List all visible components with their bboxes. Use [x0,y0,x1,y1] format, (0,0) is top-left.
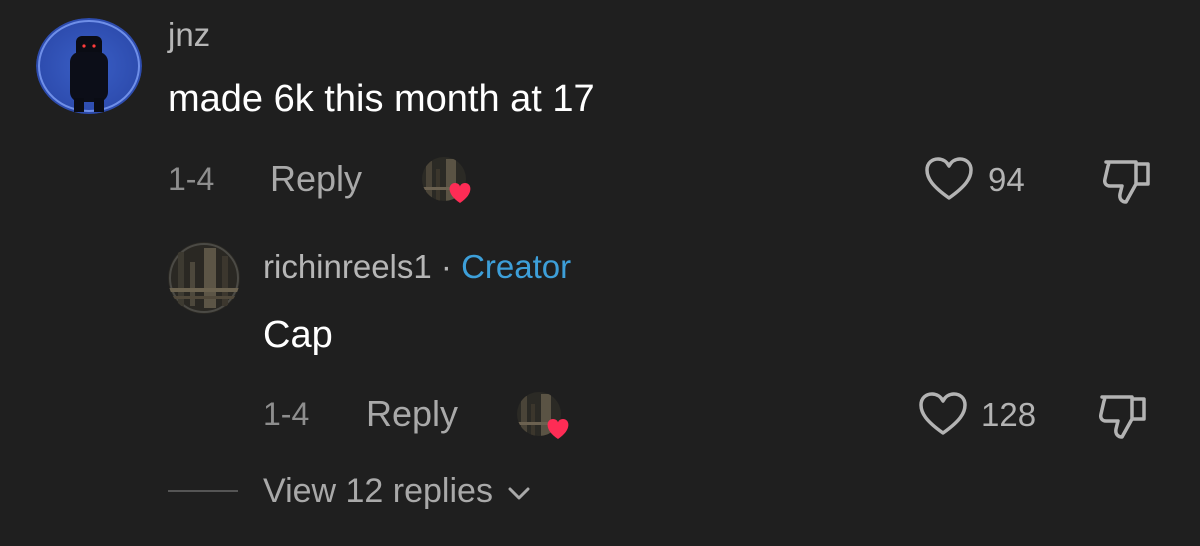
heart-outline-icon [919,392,967,435]
like-count: 94 [988,161,1025,198]
creator-avatar[interactable] [168,242,240,314]
reply-reply-button[interactable]: Reply [366,396,458,432]
creator-liked-badge [420,155,476,207]
creator-liked-badge [515,390,575,442]
creator-liked-heart-icon [422,157,471,203]
creator-liked-heart-icon [517,392,569,439]
dislike-button[interactable] [1100,156,1154,206]
reply-username[interactable]: richinreels1 [263,248,432,285]
reply-button[interactable]: Reply [270,161,362,197]
view-replies-button[interactable]: View 12 replies [263,474,534,508]
like-button[interactable] [918,391,968,437]
username-separator: · [431,248,462,285]
reply-date: 1-4 [263,396,310,432]
comment-username[interactable]: jnz [168,18,210,51]
reply-username-line: richinreels1 · Creator [263,250,571,283]
view-replies-label: View 12 replies [263,472,493,510]
thumbs-down-icon [1099,395,1146,439]
creator-badge: Creator [461,248,572,285]
dislike-button[interactable] [1096,391,1150,441]
chevron-down-icon [508,487,530,500]
thread-divider [168,490,238,492]
thumbs-down-icon [1103,160,1150,204]
reply-text: Cap [263,314,333,356]
like-count: 128 [981,396,1037,433]
like-button[interactable] [924,156,974,202]
comment-text: made 6k this month at 17 [168,78,595,120]
user-avatar[interactable] [36,18,142,114]
heart-outline-icon [925,157,973,200]
comment-date: 1-4 [168,161,215,197]
